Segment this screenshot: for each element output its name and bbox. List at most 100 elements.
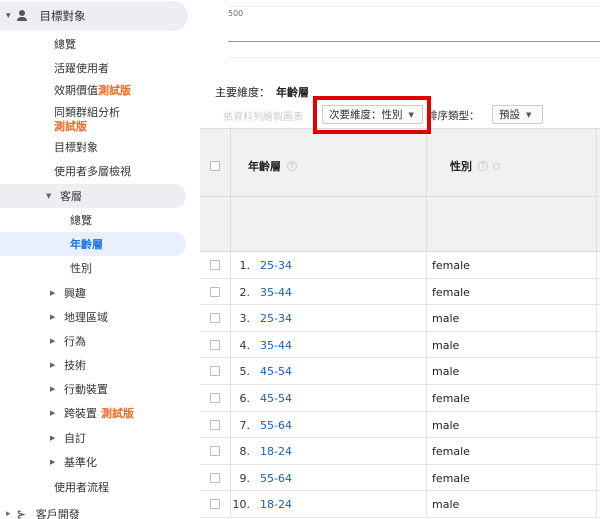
sidebar-item-label: 使用者流程	[54, 481, 109, 494]
sort-type-value: 預設	[499, 109, 520, 121]
chevron-down-icon: ▼	[408, 110, 414, 119]
row-checkbox[interactable]	[210, 260, 220, 270]
sidebar-item-label: 活躍使用者	[54, 62, 109, 75]
gender-cell: male	[432, 365, 460, 379]
age-link[interactable]: 35-44	[260, 339, 292, 352]
chart-baseline	[228, 41, 600, 42]
age-link[interactable]: 18-24	[260, 445, 292, 458]
row-checkbox[interactable]	[210, 419, 220, 430]
row-checkbox[interactable]	[210, 393, 220, 403]
sort-type-dropdown[interactable]: 預設 ▼	[492, 105, 543, 124]
column-divider	[426, 252, 427, 278]
column-divider	[596, 278, 597, 305]
age-link[interactable]: 18-24	[260, 498, 292, 511]
chart: 500	[228, 0, 600, 75]
sidebar-item-mobile[interactable]: ▶ 行動裝置	[50, 380, 108, 398]
sidebar-item-label: 技術	[64, 359, 86, 372]
sort-icon[interactable]	[493, 162, 500, 170]
sidebar-item-custom[interactable]: ▶ 自訂	[50, 429, 86, 447]
sidebar-item-lifetime-value[interactable]: 效期價值 測試版	[54, 81, 131, 99]
table-row: 10. 18-24 male	[200, 491, 600, 518]
sidebar-section-acquisition[interactable]: ▸ ⊱ 客戶開發	[0, 505, 80, 519]
sidebar-section-label: 目標對象	[39, 9, 86, 23]
help-icon[interactable]: ?	[478, 161, 488, 171]
column-divider	[596, 411, 597, 438]
row-number: 9.	[239, 471, 251, 485]
caret-right-icon: ▶	[50, 313, 56, 321]
age-link[interactable]: 45-54	[260, 365, 292, 378]
sidebar-item-demographics-overview[interactable]: 總覽	[70, 211, 92, 229]
caret-right-icon: ▶	[50, 385, 56, 393]
column-divider	[596, 252, 597, 278]
row-checkbox[interactable]	[210, 339, 220, 350]
sidebar-item-geo[interactable]: ▶ 地理區域	[50, 308, 108, 326]
sidebar-item-age[interactable]: 年齡層	[0, 232, 186, 256]
table-row: 1. 25-34 female	[200, 252, 600, 279]
secondary-dimension-dropdown[interactable]: 次要維度：性別 ▼	[322, 105, 423, 124]
age-link[interactable]: 25-34	[260, 259, 292, 272]
column-header-gender[interactable]: 性別 ?	[450, 158, 500, 174]
gender-cell: female	[432, 285, 470, 299]
sidebar-section-audience[interactable]: ▾ 目標對象	[0, 1, 188, 31]
sidebar-item-cohort-beta: 測試版	[54, 118, 87, 134]
chevron-down-icon: ▼	[526, 110, 532, 119]
plot-rows-button: 依資料列繪製圖表	[223, 112, 303, 123]
row-checkbox[interactable]	[210, 286, 220, 297]
primary-dimension: 主要維度： 年齡層	[215, 84, 309, 100]
primary-dimension-value[interactable]: 年齡層	[276, 86, 309, 99]
column-divider	[596, 129, 597, 198]
beta-badge: 測試版	[101, 407, 134, 420]
sidebar-item-audiences[interactable]: 目標對象	[54, 138, 98, 156]
beta-badge: 測試版	[54, 120, 87, 133]
age-link[interactable]: 55-64	[260, 472, 292, 485]
row-number: 3.	[239, 312, 251, 326]
age-link[interactable]: 35-44	[260, 286, 292, 299]
row-checkbox[interactable]	[210, 472, 220, 483]
sidebar-item-demographics[interactable]: ▼ 客層	[0, 184, 186, 208]
sidebar-item-interests[interactable]: ▶ 興趣	[50, 284, 86, 302]
sidebar-item-user-explorer[interactable]: 使用者多層檢視	[54, 162, 131, 180]
sidebar-item-overview[interactable]: 總覽	[54, 35, 76, 53]
sidebar-item-gender[interactable]: 性別	[70, 259, 92, 277]
sidebar-item-behavior[interactable]: ▶ 行為	[50, 332, 86, 350]
age-link[interactable]: 25-34	[260, 312, 292, 325]
row-checkbox[interactable]	[210, 446, 220, 457]
help-icon[interactable]: ?	[287, 161, 297, 171]
gender-cell: male	[432, 418, 460, 432]
y-axis-tick: 500	[228, 9, 244, 18]
sidebar-item-technology[interactable]: ▶ 技術	[50, 356, 86, 374]
row-checkbox[interactable]	[210, 313, 220, 324]
table-toolbar: 依資料列繪製圖表 次要維度：性別 ▼ 排序類型： 預設 ▼	[215, 103, 600, 125]
column-header-age[interactable]: 年齡層 ?	[248, 158, 297, 174]
sidebar-section-label: 客戶開發	[35, 508, 80, 519]
caret-right-icon: ▶	[50, 409, 56, 417]
report-content: 500 主要維度： 年齡層 依資料列繪製圖表 次要維度：性別 ▼ 排序類型： 預設…	[200, 0, 600, 519]
caret-right-icon: ▶	[50, 434, 56, 442]
gridline	[228, 57, 600, 58]
gender-cell: male	[432, 338, 460, 352]
secondary-dimension-label: 次要維度：性別	[329, 109, 403, 121]
age-link[interactable]: 45-54	[260, 392, 292, 405]
row-checkbox[interactable]	[210, 499, 220, 510]
sidebar-item-active-users[interactable]: 活躍使用者	[54, 59, 109, 77]
sidebar-item-label: 行動裝置	[64, 383, 108, 396]
column-divider	[426, 464, 427, 491]
sidebar-item-label: 總覽	[54, 38, 76, 51]
row-checkbox[interactable]	[210, 366, 220, 377]
column-divider	[596, 331, 597, 358]
age-link[interactable]: 55-64	[260, 419, 292, 432]
caret-right-icon: ▶	[50, 458, 56, 466]
sidebar-item-label: 自訂	[64, 432, 86, 445]
column-divider	[426, 438, 427, 465]
column-divider	[596, 464, 597, 491]
caret-right-icon: ▸	[6, 509, 11, 519]
primary-dimension-label: 主要維度：	[215, 86, 270, 99]
sidebar-item-cross-device[interactable]: ▶ 跨裝置 測試版	[50, 404, 134, 422]
select-all-checkbox[interactable]	[210, 161, 220, 171]
sidebar-item-users-flow[interactable]: 使用者流程	[54, 478, 109, 496]
sidebar-item-label: 總覽	[70, 214, 92, 227]
table-row: 3. 25-34 male	[200, 305, 600, 332]
sidebar-item-benchmarking[interactable]: ▶ 基準化	[50, 453, 97, 471]
sidebar-item-label: 性別	[70, 262, 92, 275]
sidebar-item-label: 客層	[60, 190, 82, 203]
